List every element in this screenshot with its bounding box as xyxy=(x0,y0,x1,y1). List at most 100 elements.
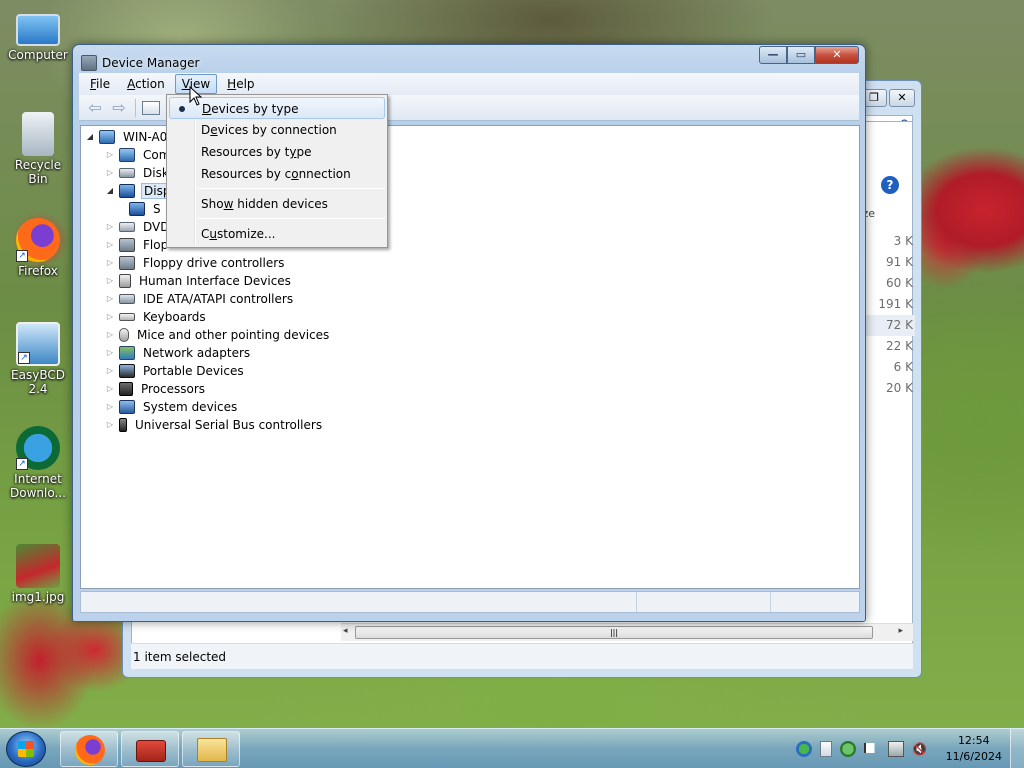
tree-node[interactable]: ▷ Universal Serial Bus controllers xyxy=(81,416,859,434)
forward-arrow-icon[interactable]: ⇨ xyxy=(109,98,129,117)
tree-node[interactable]: ▷ System devices xyxy=(81,398,859,416)
dvd-drive-icon xyxy=(119,222,135,232)
expand-arrow-icon[interactable]: ▷ xyxy=(105,218,115,236)
clock-time: 12:54 xyxy=(957,734,990,747)
expand-arrow-icon[interactable]: ▷ xyxy=(105,146,115,164)
menu-item-devices-by-connection[interactable]: Devices by connection xyxy=(169,119,385,141)
expand-arrow-icon[interactable]: ▷ xyxy=(105,290,115,308)
expand-arrow-icon[interactable]: ▷ xyxy=(105,416,115,434)
expand-arrow-icon[interactable]: ▷ xyxy=(105,344,115,362)
shortcut-arrow-icon: ↗ xyxy=(18,352,30,364)
taskbar-app-toolbox[interactable] xyxy=(121,731,179,767)
back-arrow-icon[interactable]: ⇦ xyxy=(85,98,105,117)
expand-arrow-icon[interactable]: ▷ xyxy=(105,236,115,254)
network-adapter-icon xyxy=(119,346,135,360)
radio-bullet-icon xyxy=(179,106,185,112)
tree-node[interactable]: ▷ Portable Devices xyxy=(81,362,859,380)
scrollbar-thumb[interactable]: ||| xyxy=(355,626,873,639)
system-devices-icon xyxy=(119,400,135,414)
image-file-icon xyxy=(16,544,60,588)
start-button[interactable] xyxy=(6,731,46,767)
status-bar: 1 item selected xyxy=(131,643,913,669)
taskbar-app-file-explorer[interactable] xyxy=(182,731,240,767)
desktop-icon-easybcd[interactable]: ↗ EasyBCD 2.4 xyxy=(4,322,72,396)
easybcd-icon: ↗ xyxy=(16,322,60,366)
size-cell-selected: 72 K xyxy=(859,315,915,336)
processor-icon xyxy=(119,382,133,396)
computer-icon xyxy=(99,130,115,144)
desktop-icon-recycle-bin[interactable]: Recycle Bin xyxy=(4,112,72,186)
expand-arrow-icon[interactable]: ▷ xyxy=(105,362,115,380)
tree-node-label: Floppy drive controllers xyxy=(143,256,285,270)
expand-arrow-icon[interactable]: ▷ xyxy=(105,398,115,416)
taskbar: 🔇 12:54 11/6/2024 xyxy=(0,728,1024,768)
menu-item-resources-by-type[interactable]: Resources by type xyxy=(169,141,385,163)
mouse-cursor-icon xyxy=(189,85,203,106)
size-cell: 3 K xyxy=(893,234,913,248)
desktop-icon-label: Internet Downlo... xyxy=(10,472,66,500)
tree-node[interactable]: ▷ Floppy drive controllers xyxy=(81,254,859,272)
desktop-icon-firefox[interactable]: ↗ Firefox xyxy=(4,218,72,278)
expand-arrow-icon[interactable]: ▷ xyxy=(105,308,115,326)
collapse-arrow-icon[interactable]: ◢ xyxy=(105,182,115,200)
show-desktop-button[interactable] xyxy=(1010,729,1024,768)
tree-node-label: WIN-A0 xyxy=(123,130,168,144)
desktop-icon-label: Recycle Bin xyxy=(14,158,62,186)
taskbar-app-firefox[interactable] xyxy=(60,731,118,767)
tree-node[interactable]: ▷ IDE ATA/ATAPI controllers xyxy=(81,290,859,308)
status-pane xyxy=(771,592,859,612)
scroll-left-icon[interactable]: ◂ xyxy=(343,626,348,636)
title-bar[interactable]: Device Manager xyxy=(81,53,199,73)
tree-node-label: Universal Serial Bus controllers xyxy=(135,418,323,432)
floppy-disk-icon xyxy=(119,238,135,252)
display-adapter-icon xyxy=(129,202,145,216)
tree-node[interactable]: ▷ Keyboards xyxy=(81,308,859,326)
expand-arrow-icon[interactable]: ▷ xyxy=(105,254,115,272)
action-center-flag-icon[interactable] xyxy=(864,743,880,753)
desktop-icon-computer[interactable]: Computer xyxy=(4,8,72,62)
printer-icon[interactable] xyxy=(888,741,904,757)
shortcut-arrow-icon: ↗ xyxy=(16,458,28,470)
disk-drive-icon xyxy=(119,168,135,178)
clipboard-icon[interactable] xyxy=(820,741,832,757)
expand-arrow-icon[interactable]: ▷ xyxy=(105,326,115,344)
menu-item-resources-by-connection[interactable]: Resources by connection xyxy=(169,163,385,185)
properties-icon[interactable] xyxy=(142,100,160,115)
close-button[interactable]: ✕ xyxy=(889,89,915,107)
menu-action[interactable]: Action xyxy=(120,74,172,94)
collapse-arrow-icon[interactable]: ◢ xyxy=(85,128,95,146)
minimize-button[interactable]: — xyxy=(759,46,787,64)
tree-node[interactable]: ▷ Processors xyxy=(81,380,859,398)
horizontal-scrollbar[interactable]: ◂ ||| ▸ xyxy=(341,623,913,641)
tree-node-label: Network adapters xyxy=(143,346,251,360)
desktop-icon-label: EasyBCD 2.4 xyxy=(11,368,65,396)
security-icon[interactable] xyxy=(840,741,856,757)
expand-arrow-icon[interactable]: ▷ xyxy=(105,272,115,290)
clock[interactable]: 12:54 11/6/2024 xyxy=(946,733,1002,765)
menu-item-customize[interactable]: Customize... xyxy=(169,223,385,245)
maximize-button[interactable]: ▭ xyxy=(787,46,815,64)
close-button[interactable]: ✕ xyxy=(815,46,859,64)
scroll-right-icon[interactable]: ▸ xyxy=(898,626,903,636)
tree-node-label: Human Interface Devices xyxy=(139,274,291,288)
volume-muted-icon[interactable]: 🔇 xyxy=(912,741,928,757)
menu-item-show-hidden-devices[interactable]: Show hidden devices xyxy=(169,193,385,215)
toolbar-separator xyxy=(135,98,136,117)
network-icon[interactable] xyxy=(796,741,812,757)
size-column: 3 K 91 K 60 K 191 K 72 K 22 K 6 K 20 K xyxy=(859,231,915,399)
tree-node[interactable]: ▷ Network adapters xyxy=(81,344,859,362)
status-pane xyxy=(81,592,637,612)
tree-node[interactable]: ▷ Mice and other pointing devices xyxy=(81,326,859,344)
expand-arrow-icon[interactable]: ▷ xyxy=(105,380,115,398)
desktop-icon-internet-download-manager[interactable]: ↗ Internet Downlo... xyxy=(4,426,72,500)
tree-node-label: Keyboards xyxy=(143,310,206,324)
menu-separator xyxy=(197,188,385,189)
expand-arrow-icon[interactable]: ▷ xyxy=(105,164,115,182)
menu-separator xyxy=(197,218,385,219)
desktop-icon-img1[interactable]: img1.jpg xyxy=(4,544,72,604)
tree-node[interactable]: ▷ Human Interface Devices xyxy=(81,272,859,290)
menu-help[interactable]: Help xyxy=(220,74,261,94)
help-icon[interactable]: ? xyxy=(881,176,899,194)
menu-file[interactable]: File xyxy=(83,74,117,94)
tree-node-label: Portable Devices xyxy=(143,364,244,378)
